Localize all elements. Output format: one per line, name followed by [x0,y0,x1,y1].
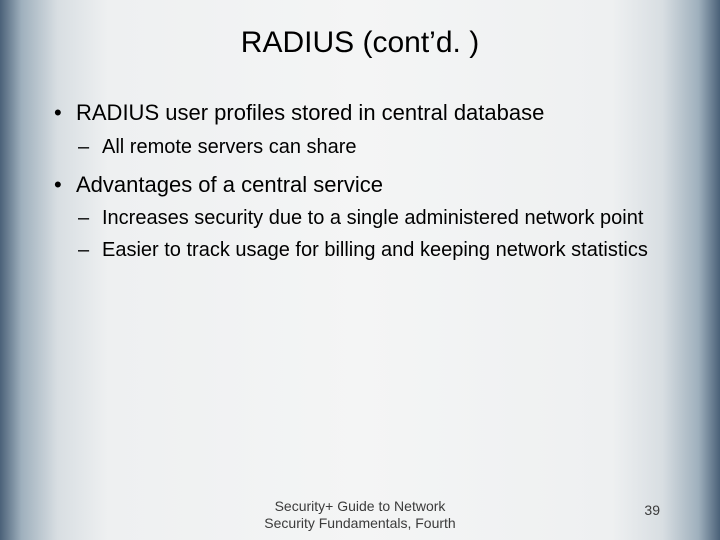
sub-bullet-item: All remote servers can share [76,134,670,160]
bullet-list: RADIUS user profiles stored in central d… [50,98,670,263]
footer-text: Security+ Guide to Network Security Fund… [264,498,455,532]
bullet-item: Advantages of a central service Increase… [50,170,670,264]
sub-bullet-text: Increases security due to a single admin… [102,207,643,229]
bullet-text: RADIUS user profiles stored in central d… [76,100,544,125]
sub-bullet-item: Easier to track usage for billing and ke… [76,237,670,263]
bullet-item: RADIUS user profiles stored in central d… [50,98,670,160]
sub-bullet-text: All remote servers can share [102,136,357,158]
sub-bullet-text: Easier to track usage for billing and ke… [102,239,648,261]
footer-line: Security Fundamentals, Fourth [264,515,455,531]
slide-content: RADIUS user profiles stored in central d… [0,78,720,263]
bullet-text: Advantages of a central service [76,172,383,197]
page-number: 39 [644,502,660,518]
sub-bullet-item: Increases security due to a single admin… [76,205,670,231]
slide-footer: Security+ Guide to Network Security Fund… [0,498,720,540]
slide: RADIUS (cont’d. ) RADIUS user profiles s… [0,0,720,540]
sub-bullet-list: All remote servers can share [76,134,670,160]
footer-line: Security+ Guide to Network [275,498,446,514]
slide-title: RADIUS (cont’d. ) [0,0,720,78]
sub-bullet-list: Increases security due to a single admin… [76,205,670,263]
